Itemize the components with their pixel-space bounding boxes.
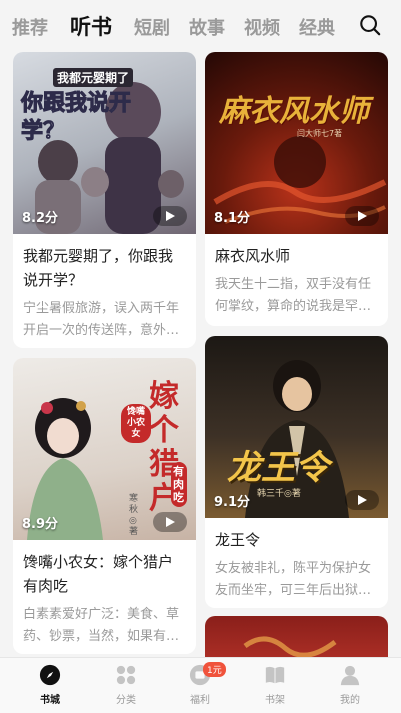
cover-small-text: 馋嘴小农女: [121, 404, 151, 443]
book-title[interactable]: 麻衣风水师: [215, 244, 378, 268]
nav-label: 我的: [340, 695, 360, 706]
search-icon[interactable]: [359, 14, 381, 36]
tab-short-drama[interactable]: 短剧: [134, 14, 170, 40]
book-description: 宁尘暑假旅游，误入两千年开启一次的传送阵，意外…: [23, 301, 180, 338]
tab-classic[interactable]: 经典: [299, 14, 335, 40]
book-description: 白素素爱好广泛：美食、草药、钞票，当然，如果有…: [23, 607, 180, 644]
rating-score: 8.9分: [22, 517, 59, 532]
rating-score: 9.1分: [214, 495, 251, 510]
tab-story[interactable]: 故事: [189, 14, 225, 40]
nav-bookstore[interactable]: 书城: [20, 664, 80, 706]
book-card[interactable]: 龙王令 韩三千◎著 9.1分 龙王令 女友被非礼，陈平为保护女友而坐牢，可三年后…: [205, 336, 388, 608]
play-button[interactable]: [153, 206, 187, 226]
nav-label: 书城: [40, 695, 60, 706]
nav-label: 书架: [265, 695, 285, 706]
category-icon: [116, 665, 136, 685]
book-cover[interactable]: 我都元婴期了 你跟我说开学？ 8.2分: [13, 52, 196, 234]
play-icon: [165, 517, 175, 527]
nav-label: 分类: [116, 695, 136, 706]
book-cover[interactable]: 嫁个猎户 馋嘴小农女 有肉吃 寒秋◎著 8.9分: [13, 358, 196, 540]
nav-category[interactable]: 分类: [96, 664, 156, 706]
book-description: 女友被非礼，陈平为保护女友而坐牢，可三年后出狱…: [215, 561, 372, 598]
bottom-navigation: 书城 分类 1元 福利 书架 我的: [0, 657, 401, 713]
top-tab-bar: 推荐 听书 短剧 故事 视频 经典: [0, 0, 401, 50]
play-icon: [357, 211, 367, 221]
book-title[interactable]: 馋嘴小农女：嫁个猎户有肉吃: [23, 550, 186, 598]
cover-title-text: 龙王令: [227, 448, 329, 488]
book-card[interactable]: 我都元婴期了 你跟我说开学？ 8.2分 我都元婴期了，你跟我说开学？ 宁尘暑假旅…: [13, 52, 196, 348]
book-description: 我天生十二指，双手没有任何掌纹，算命的说我是罕…: [215, 277, 372, 314]
cover-title-text: 麻衣风水师: [219, 94, 369, 129]
book-title[interactable]: 龙王令: [215, 528, 378, 552]
play-icon: [165, 211, 175, 221]
compass-icon: [39, 664, 61, 686]
tab-recommend[interactable]: 推荐: [12, 14, 48, 40]
cover-author-text: 寒秋◎著: [129, 494, 139, 537]
nav-welfare[interactable]: 1元 福利: [170, 662, 230, 706]
book-card[interactable]: 麻衣风水师 闫大师七7著 8.1分 麻衣风水师 我天生十二指，双手没有任何掌纹，…: [205, 52, 388, 326]
profile-icon: [340, 665, 360, 686]
book-cover[interactable]: 麻衣风水师 闫大师七7著 8.1分: [205, 52, 388, 234]
tab-video[interactable]: 视频: [244, 14, 280, 40]
play-button[interactable]: [345, 490, 379, 510]
nav-bookshelf[interactable]: 书架: [245, 664, 305, 706]
book-title[interactable]: 我都元婴期了，你跟我说开学？: [23, 244, 186, 292]
play-button[interactable]: [153, 512, 187, 532]
welfare-badge: 1元: [203, 662, 226, 677]
cover-side-text: 有肉吃: [171, 462, 187, 507]
book-card[interactable]: 嫁个猎户 馋嘴小农女 有肉吃 寒秋◎著 8.9分 馋嘴小农女：嫁个猎户有肉吃 白…: [13, 358, 196, 654]
rating-score: 8.2分: [22, 211, 59, 226]
play-button[interactable]: [345, 206, 379, 226]
book-cover[interactable]: 龙王令 韩三千◎著 9.1分: [205, 336, 388, 518]
nav-profile[interactable]: 我的: [320, 664, 380, 706]
cover-author-text: 闫大师七7著: [297, 129, 343, 138]
cover-author-text: 韩三千◎著: [257, 489, 301, 499]
nav-label: 福利: [190, 695, 210, 706]
tab-audiobook[interactable]: 听书: [70, 11, 112, 41]
cover-top-text: 我都元婴期了: [53, 68, 134, 87]
cover-title-text: 你跟我说开学？: [21, 91, 132, 145]
bookshelf-icon: [265, 666, 285, 684]
play-icon: [357, 495, 367, 505]
rating-score: 8.1分: [214, 211, 251, 226]
